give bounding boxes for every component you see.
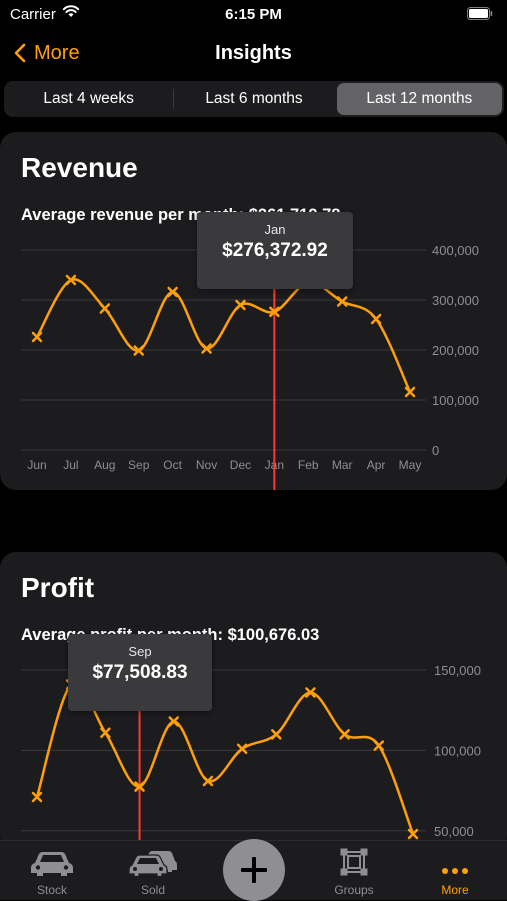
y-tick-label: 100,000: [432, 393, 479, 408]
y-tick-label: 150,000: [434, 663, 481, 678]
segment-last-4-weeks[interactable]: Last 4 weeks: [6, 83, 171, 115]
data-point[interactable]: [236, 743, 248, 755]
x-tick-label: Mar: [332, 458, 353, 472]
ellipsis-icon: [440, 841, 470, 877]
tab-bar: Stock Sold Groups More: [0, 839, 507, 901]
tab-more[interactable]: More: [415, 841, 495, 901]
profit-tooltip: Sep $77,508.83: [68, 634, 212, 711]
y-tick-label: 0: [432, 443, 439, 458]
add-button[interactable]: [223, 839, 285, 901]
segment-last-6-months[interactable]: Last 6 months: [171, 83, 336, 115]
y-tick-label: 200,000: [432, 343, 479, 358]
profit-tooltip-value: $77,508.83: [92, 662, 188, 683]
car-icon: [29, 841, 75, 877]
x-tick-label: Sep: [128, 458, 150, 472]
x-tick-label: Dec: [230, 458, 251, 472]
series-line: [35, 278, 412, 393]
segment-last-12-months[interactable]: Last 12 months: [336, 83, 502, 115]
clock: 6:15 PM: [225, 6, 282, 23]
x-tick-label: Jun: [27, 458, 46, 472]
revenue-chart[interactable]: 0 100,000 200,000 300,000 400,000 Jun Jul Aug Se…: [0, 132, 507, 490]
status-bar: Carrier 6:15 PM: [0, 0, 507, 30]
tab-sold-label: Sold: [140, 883, 166, 897]
tab-sold[interactable]: Sold: [113, 841, 193, 901]
x-tick-label: May: [399, 458, 422, 472]
tab-stock[interactable]: Stock: [12, 841, 92, 901]
profit-tooltip-month: Sep: [128, 644, 152, 659]
page-title: Insights: [215, 42, 292, 64]
x-tick-label: Nov: [196, 458, 217, 472]
y-tick-label: 50,000: [434, 824, 474, 839]
segment-divider: [173, 89, 174, 109]
segment-label: Last 4 weeks: [43, 90, 134, 107]
y-tick-label: 400,000: [432, 243, 479, 258]
tab-groups-label: Groups: [334, 883, 374, 897]
revenue-card: Revenue Average revenue per month: $261,…: [0, 132, 507, 490]
battery-icon: [467, 7, 493, 24]
cars-icon: [128, 841, 178, 877]
x-tick-label: Feb: [298, 458, 319, 472]
x-tick-label: Aug: [94, 458, 115, 472]
y-tick-label: 100,000: [434, 743, 481, 758]
profit-card: Profit Average profit per month: $100,67…: [0, 552, 507, 852]
revenue-tooltip: Jan $276,372.92: [197, 212, 353, 289]
y-tick-label: 300,000: [432, 293, 479, 308]
tab-stock-label: Stock: [36, 883, 67, 897]
groups-icon: [339, 841, 369, 877]
segment-label: Last 12 months: [366, 90, 473, 107]
tab-groups[interactable]: Groups: [314, 841, 394, 901]
data-point[interactable]: [373, 740, 385, 751]
data-point[interactable]: [271, 729, 282, 740]
revenue-tooltip-value: $276,372.92: [222, 240, 328, 261]
navigation-bar: More Insights: [0, 30, 507, 76]
data-point[interactable]: [339, 729, 350, 740]
data-point[interactable]: [31, 331, 43, 343]
x-tick-label: Jul: [63, 458, 78, 472]
segment-label: Last 6 months: [205, 90, 303, 107]
tab-more-label: More: [441, 883, 469, 897]
x-tick-label: Oct: [163, 458, 182, 472]
data-point[interactable]: [370, 313, 382, 325]
x-tick-label: Apr: [367, 458, 386, 472]
plus-icon: [241, 857, 267, 883]
data-point[interactable]: [99, 303, 111, 314]
period-segmented-control: Last 4 weeks Last 6 months Last 12 month…: [4, 81, 504, 117]
data-point[interactable]: [100, 727, 111, 738]
revenue-tooltip-month: Jan: [264, 222, 286, 237]
